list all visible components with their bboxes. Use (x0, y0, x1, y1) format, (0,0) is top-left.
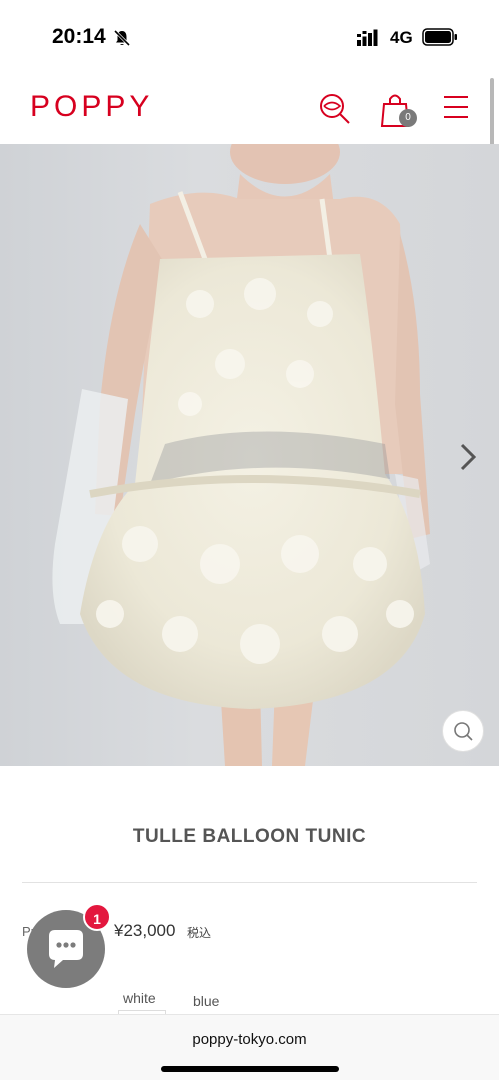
chat-notification-badge: 1 (83, 903, 111, 931)
divider (22, 882, 477, 883)
tax-label: 税込 (187, 926, 212, 940)
menu-icon[interactable] (443, 94, 469, 120)
status-time: 20:14 (52, 25, 106, 48)
browser-address-bar[interactable]: poppy-tokyo.com (0, 1014, 499, 1080)
network-label: 4G (390, 28, 413, 47)
chevron-right-icon[interactable] (455, 440, 481, 474)
zoom-icon (454, 722, 473, 741)
price-value: ¥23,000 (114, 921, 176, 940)
search-icon[interactable] (316, 90, 352, 126)
product-photo-illustration (52, 144, 430, 766)
cart-count-badge: 0 (399, 109, 417, 127)
bell-muted-icon (113, 29, 131, 47)
product-page: 20:14 4G POPPY 0 TULLE BALLOON TUNIC Pr … (0, 0, 499, 1080)
zoom-button[interactable] (442, 710, 484, 752)
home-indicator[interactable] (161, 1066, 339, 1072)
variant-option-blue[interactable]: blue (193, 993, 219, 1009)
site-header: POPPY (0, 72, 499, 144)
brand-logo[interactable]: POPPY (30, 90, 153, 124)
status-bar: 20:14 4G (0, 0, 499, 72)
product-title: TULLE BALLOON TUNIC (132, 826, 367, 847)
url-text[interactable]: poppy-tokyo.com (0, 1031, 499, 1048)
signal-icon (357, 29, 378, 46)
product-image[interactable] (0, 144, 499, 766)
battery-icon (422, 28, 457, 46)
variant-option-white[interactable]: white (123, 990, 156, 1006)
